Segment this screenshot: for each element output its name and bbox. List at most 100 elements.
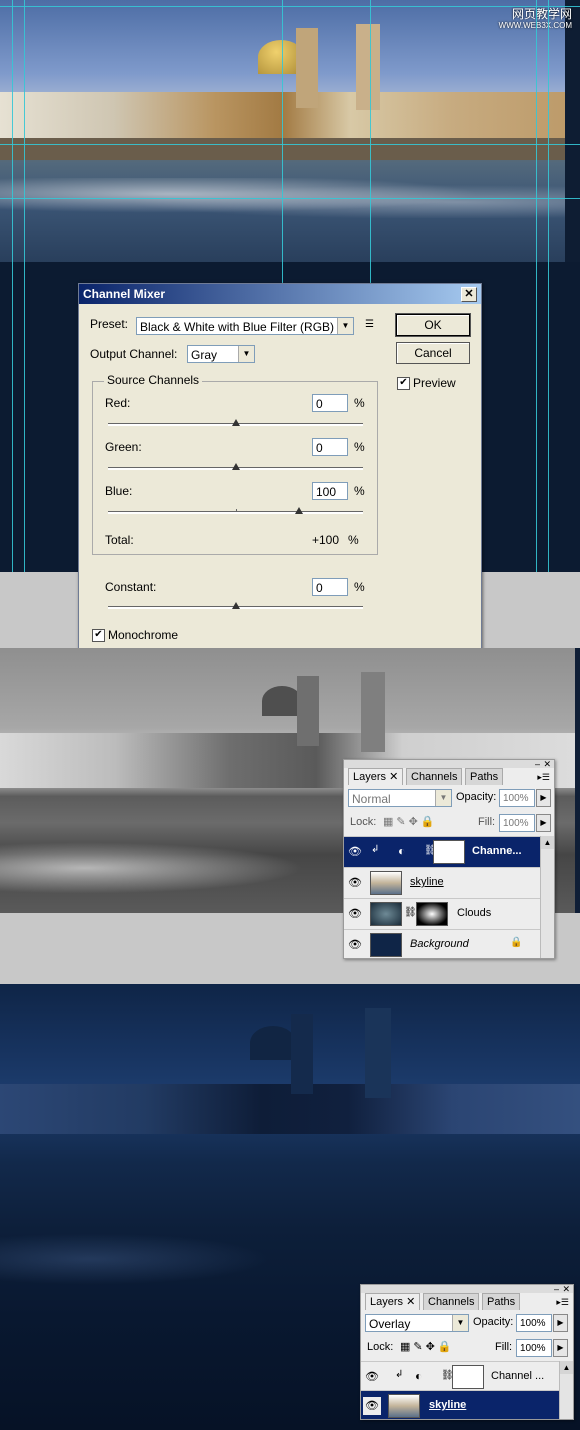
eye-icon[interactable]: 👁 [346,905,364,923]
constant-slider-thumb[interactable] [231,602,240,609]
tab-channels[interactable]: Channels [423,1293,480,1310]
total-label: Total: [105,533,134,547]
chevron-down-icon[interactable]: ▼ [238,346,254,362]
blue-slider[interactable] [108,507,363,514]
opacity-arrow-icon[interactable]: ▶ [553,1314,568,1332]
fill-input[interactable]: 100% [516,1339,552,1357]
opacity-arrow-icon[interactable]: ▶ [536,789,551,807]
guide-line[interactable] [0,6,580,7]
adjustment-layer-icon: ◐ [398,844,406,858]
preset-label: Preset: [90,317,129,331]
tab-paths[interactable]: Paths [482,1293,521,1310]
guide-line[interactable] [282,0,283,285]
eye-icon[interactable]: 👁 [346,843,364,861]
blend-mode-value: Overlay [369,1317,411,1331]
guide-line[interactable] [536,0,537,572]
minimize-icon[interactable]: – [535,760,540,769]
guide-line[interactable] [0,144,580,145]
close-icon[interactable]: ✕ [562,1285,570,1294]
eye-icon[interactable]: 👁 [363,1397,381,1415]
dialog-titlebar[interactable]: Channel Mixer ✕ [79,284,481,304]
constant-input[interactable]: 0 [312,578,348,596]
layer-mask-thumbnail[interactable] [452,1365,484,1389]
blue-slider-thumb[interactable] [295,507,304,514]
fill-arrow-icon[interactable]: ▶ [536,814,551,832]
layer-mask-thumbnail[interactable] [433,840,465,864]
scroll-up-icon[interactable]: ▲ [541,836,554,849]
chevron-down-icon[interactable]: ▼ [435,790,451,806]
layer-row[interactable]: 👁 Background 🔒 [344,929,540,960]
layer-row[interactable]: 👁 ⛓ Clouds [344,898,540,929]
lock-icons[interactable]: ▦✎✥🔒 [383,815,438,828]
cathedral-tower-right [361,672,385,752]
link-icon[interactable]: ⛓ [404,907,417,918]
close-button[interactable]: ✕ [461,287,477,302]
eye-icon[interactable]: 👁 [363,1368,381,1386]
preset-value: Black & White with Blue Filter (RGB) [140,320,335,334]
blend-mode-select[interactable]: Normal ▼ [348,789,452,807]
panel-grip[interactable] [361,1285,573,1293]
layers-scrollbar[interactable]: ▲ [540,836,554,958]
red-slider[interactable] [108,419,363,426]
tab-close-icon[interactable]: ✕ [389,771,398,783]
tab-layers[interactable]: Layers ✕ [348,768,404,785]
eye-icon[interactable]: 👁 [346,936,364,954]
eye-icon[interactable]: 👁 [346,874,364,892]
layer-name: Channel ... [491,1370,545,1382]
blend-mode-select[interactable]: Overlay ▼ [365,1314,469,1332]
layer-row[interactable]: 👁 skyline [344,867,540,898]
channel-mixer-dialog: Channel Mixer ✕ Preset: Black & White wi… [78,283,482,655]
dialog-title: Channel Mixer [83,287,166,301]
minimize-icon[interactable]: – [554,1285,559,1294]
layers-scrollbar[interactable]: ▲ [559,1361,573,1419]
opacity-input[interactable]: 100% [499,789,535,807]
fill-label: Fill: [478,816,496,828]
blue-input[interactable]: 100 [312,482,348,500]
chevron-down-icon[interactable]: ▼ [337,318,353,334]
monochrome-checkbox[interactable]: ✔ [92,629,105,642]
output-channel-value: Gray [191,348,218,362]
preset-select[interactable]: Black & White with Blue Filter (RGB) ▼ [136,317,354,335]
output-channel-select[interactable]: Gray ▼ [187,345,255,363]
layer-row[interactable]: 👁 ↲ ◐ ⛓ Channel ... [361,1361,559,1392]
guide-line[interactable] [370,0,371,285]
opacity-label: Opacity: [456,791,497,803]
clip-icon: ↲ [395,1369,404,1380]
cathedral-tower-left [296,28,318,108]
green-slider[interactable] [108,463,363,470]
total-value: +100 [312,533,340,547]
red-input[interactable]: 0 [312,394,348,412]
chevron-down-icon[interactable]: ▼ [452,1315,468,1331]
green-input[interactable]: 0 [312,438,348,456]
tab-close-icon[interactable]: ✕ [406,1296,415,1308]
panel-grip[interactable] [344,760,554,768]
layer-row[interactable]: 👁 skyline [361,1390,559,1419]
guide-line[interactable] [24,0,25,572]
monochrome-label: Monochrome [108,628,179,642]
green-slider-thumb[interactable] [231,463,240,470]
panel-menu-icon[interactable]: ▸☰ [556,1297,569,1308]
lock-label: Lock: [367,1341,394,1353]
guide-line[interactable] [0,198,580,199]
layer-mask-thumbnail[interactable] [416,902,448,926]
layer-row[interactable]: 👁 ↲ ◐ ⛓ Channe... [344,836,540,867]
preset-options-icon[interactable]: ☰ [365,318,379,332]
ok-button[interactable]: OK [395,313,471,337]
guide-line[interactable] [548,0,549,572]
guide-line[interactable] [12,0,13,572]
tab-paths[interactable]: Paths [465,768,504,785]
tab-layers[interactable]: Layers ✕ [365,1293,421,1310]
panel-menu-icon[interactable]: ▸☰ [537,772,550,783]
cancel-button[interactable]: Cancel [396,342,470,364]
constant-slider[interactable] [108,602,363,609]
red-percent: % [354,396,365,410]
lock-icons[interactable]: ▦✎✥🔒 [400,1340,455,1353]
fill-arrow-icon[interactable]: ▶ [553,1339,568,1357]
opacity-input[interactable]: 100% [516,1314,552,1332]
red-slider-thumb[interactable] [231,419,240,426]
fill-input[interactable]: 100% [499,814,535,832]
preview-checkbox[interactable]: ✔ [397,377,410,390]
close-icon[interactable]: ✕ [543,760,551,769]
tab-channels[interactable]: Channels [406,768,463,785]
scroll-up-icon[interactable]: ▲ [560,1361,573,1374]
